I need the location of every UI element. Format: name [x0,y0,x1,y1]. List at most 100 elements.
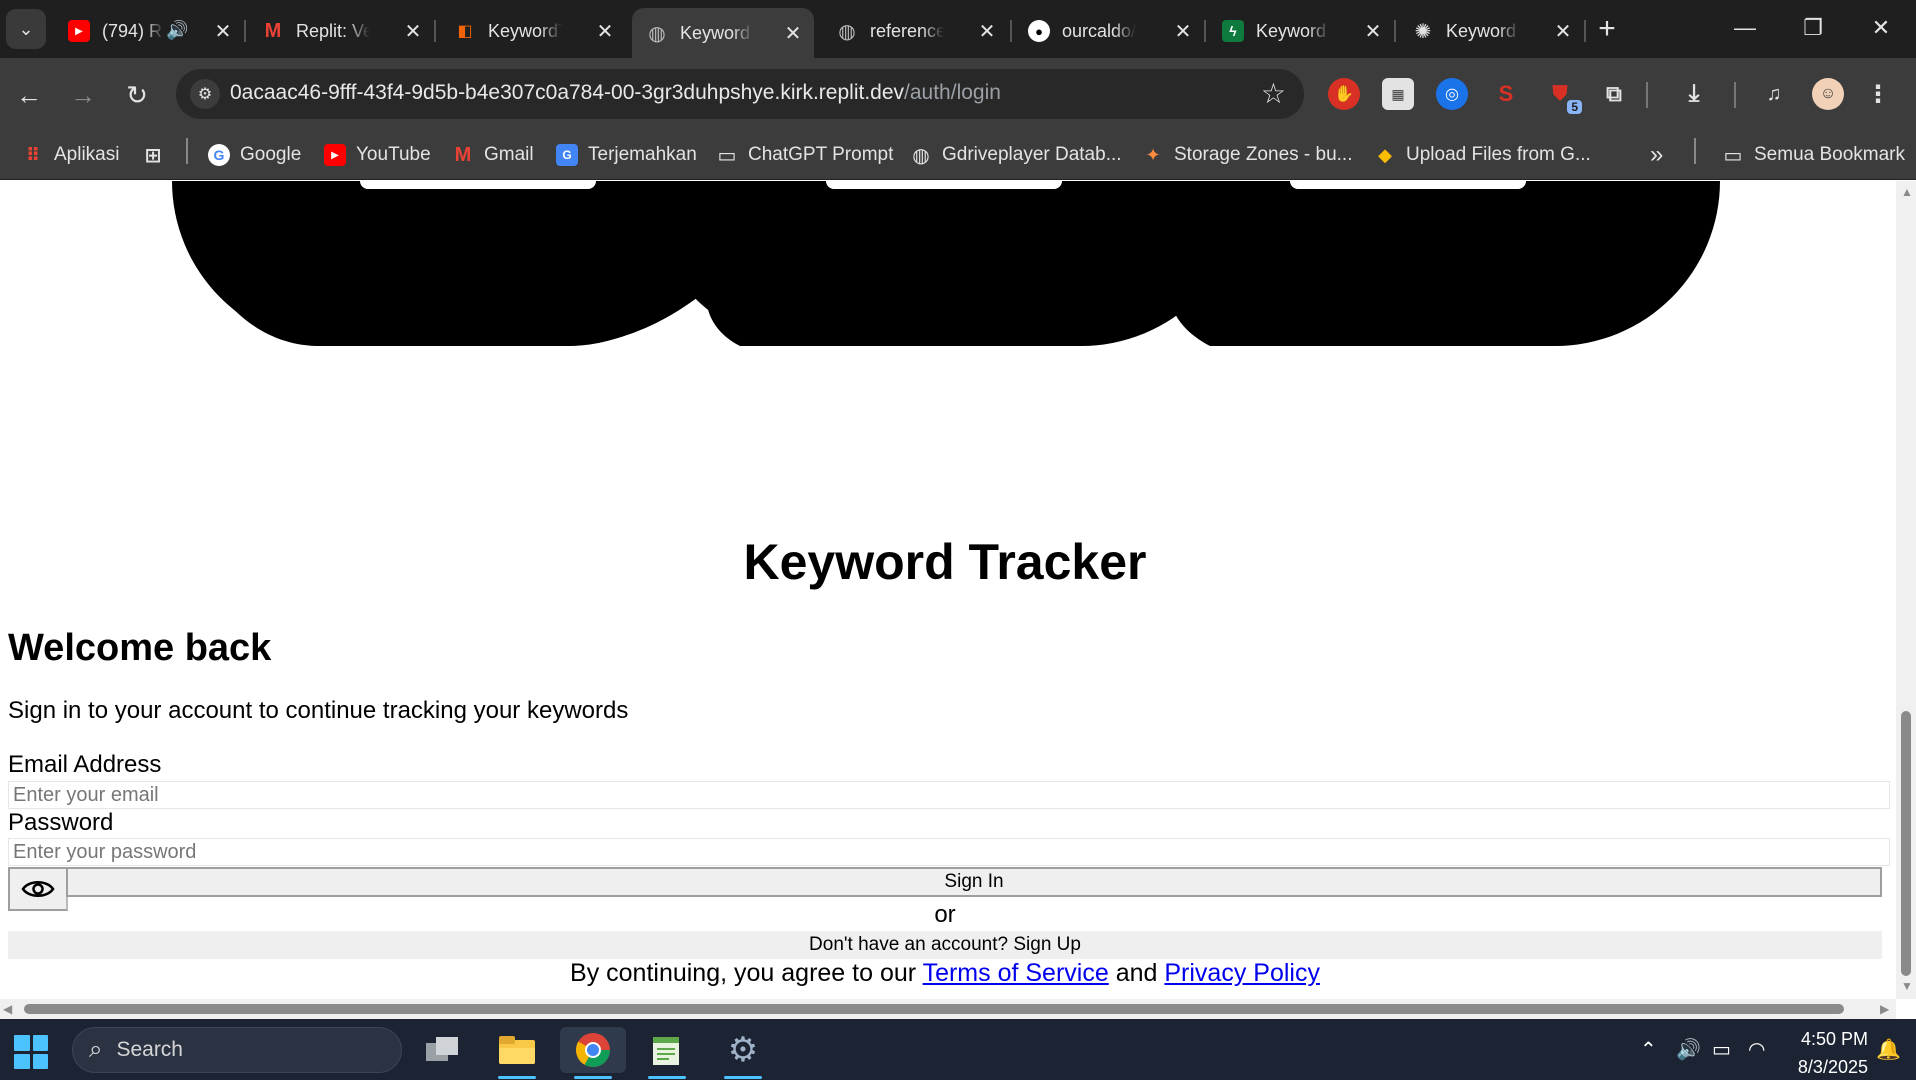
sign-up-button[interactable]: Don't have an account? Sign Up [8,931,1882,959]
bookmark-folder-chatgpt[interactable]: ▭ ChatGPT Prompt [716,142,894,168]
terms-and: and [1115,959,1158,987]
tab-gmail[interactable]: M Replit: Veri ✕ [248,10,434,52]
youtube-icon: ▶ [68,20,90,42]
settings-taskbar-button[interactable]: ⚙ [716,1027,770,1079]
speaker-icon[interactable]: 🔊 [166,20,188,41]
notepad-taskbar-button[interactable] [640,1027,694,1079]
tab-keyword-bolt[interactable]: ϟ Keyword T ✕ [1208,10,1394,52]
globe-icon: ◍ [912,144,930,167]
minimize-button[interactable]: — [1720,10,1770,46]
close-icon[interactable]: ✕ [782,22,804,45]
tab-reference[interactable]: ◍ reference f ✕ [822,10,1008,52]
close-icon[interactable]: ✕ [1172,20,1194,43]
volume-icon[interactable]: 🔊 [1676,1037,1701,1062]
kebab-menu-icon[interactable]: ⋮ [1866,78,1890,110]
scroll-right-arrow-icon[interactable]: ▶ [1880,1002,1889,1016]
tab-youtube[interactable]: ▶ (794) R 🔊 ✕ [54,10,244,52]
horizontal-scrollbar[interactable]: ◀ ▶ [0,999,1896,1019]
restore-button[interactable]: ❐ [1788,10,1838,46]
bookmark-label: Terjemahkan [588,144,697,165]
email-field[interactable] [8,781,1890,809]
download-icon[interactable]: ⤓ [1678,78,1710,110]
taskbar-search-box[interactable]: ⌕ Search [72,1027,402,1073]
bookmarks-overflow-button[interactable]: » [1650,141,1663,168]
windows-logo-pane [32,1053,48,1069]
tray-overflow-chevron-icon[interactable]: ⌃ [1640,1037,1657,1062]
windows-logo-pane [14,1053,30,1069]
bookmark-apps[interactable]: ⠿ Aplikasi [22,142,120,168]
task-view-button[interactable] [416,1027,470,1073]
bookmark-gdriveplayer[interactable]: ◍ Gdriveplayer Datab... [910,142,1121,168]
task-view-icon [426,1037,458,1061]
tab-chatgpt[interactable]: ✺ Keyword tr ✕ [1398,10,1584,52]
globe-icon: ◍ [838,20,856,43]
plus-icon: + [1598,12,1616,45]
privacy-policy-link[interactable]: Privacy Policy [1164,959,1320,987]
battery-icon[interactable]: ▭ [1712,1037,1731,1062]
close-icon[interactable]: ✕ [402,20,424,43]
reload-icon: ↻ [126,79,148,110]
eye-icon [21,881,55,897]
all-bookmarks-folder[interactable]: ▭ Semua Bookmark [1722,142,1905,168]
bookmark-gmail[interactable]: M Gmail [452,142,534,168]
bookmark-translate[interactable]: G Terjemahkan [556,142,697,168]
url-text[interactable]: 0acaac46-9fff-43f4-9d5b-b4e307c0a784-00-… [230,81,1001,105]
password-field[interactable] [8,838,1890,866]
sign-in-button[interactable]: Sign In [66,867,1882,897]
bookmark-label: Google [240,144,302,165]
scroll-down-arrow-icon[interactable]: ▼ [1901,979,1913,993]
youtube-icon: ▶ [324,144,346,166]
vertical-scroll-thumb[interactable] [1901,711,1911,976]
close-icon[interactable]: ✕ [1362,20,1384,43]
address-bar[interactable]: ⚙ 0acaac46-9fff-43f4-9d5b-b4e307c0a784-0… [176,69,1304,119]
tab-search-button[interactable]: ⌄ [6,9,46,49]
bookmark-google[interactable]: G Google [208,142,301,168]
bookmark-storage-zones[interactable]: ✦ Storage Zones - bu... [1142,142,1353,168]
profile-avatar[interactable]: ☺ [1812,78,1844,110]
reload-button[interactable]: ↻ [118,76,156,114]
chrome-taskbar-button[interactable] [560,1027,626,1079]
start-button[interactable] [14,1035,48,1069]
bookmark-label: Upload Files from G... [1406,144,1591,165]
seo-extension-icon[interactable]: S [1490,78,1522,110]
windows-taskbar: ⌕ Search ⚙ ⌃ 🔊 ▭ ◠ 4:50 PM 8/3/2025 🔔 [0,1019,1916,1080]
terms-of-service-link[interactable]: Terms of Service [923,959,1109,987]
system-clock[interactable]: 4:50 PM 8/3/2025 [1776,1025,1868,1081]
close-icon: ✕ [1871,15,1891,40]
horizontal-scroll-thumb[interactable] [24,1004,1844,1014]
close-icon[interactable]: ✕ [1552,20,1574,43]
tab-groups-button[interactable]: ⊞ [142,142,164,168]
stop-hand-extension-icon[interactable]: ✋ [1328,78,1360,110]
tab-replit[interactable]: ◧ KeywordTr ✕ [440,10,626,52]
tab-keyword-tracker-active[interactable]: ◍ Keyword Tr ✕ [632,8,814,58]
notification-bell-icon[interactable]: 🔔 [1876,1037,1901,1062]
new-tab-button[interactable]: + [1592,12,1622,45]
target-extension-icon[interactable]: ◎ [1436,78,1468,110]
media-control-icon[interactable]: ♫ [1758,78,1790,110]
file-explorer-button[interactable] [490,1027,544,1079]
running-indicator [574,1076,612,1079]
vertical-scrollbar[interactable]: ▲ ▼ [1896,181,1916,999]
page-heading: Welcome back [8,627,272,669]
bookmark-star-icon[interactable]: ☆ [1261,77,1286,110]
white-notch [826,181,1062,189]
scroll-up-arrow-icon[interactable]: ▲ [1901,185,1913,199]
close-window-button[interactable]: ✕ [1856,10,1906,46]
close-icon[interactable]: ✕ [976,20,998,43]
puzzle-extensions-icon[interactable]: ⧉ [1598,78,1630,110]
scroll-left-arrow-icon[interactable]: ◀ [3,1002,12,1016]
bookmark-upload-files[interactable]: ◆ Upload Files from G... [1374,142,1591,168]
bookmark-youtube[interactable]: ▶ YouTube [324,142,431,168]
wifi-icon[interactable]: ◠ [1748,1037,1765,1062]
close-icon[interactable]: ✕ [594,20,616,43]
back-button[interactable]: ← [10,76,48,114]
bookmark-label: Storage Zones - bu... [1174,144,1353,165]
forward-button[interactable]: → [64,76,102,114]
bookmark-label: Aplikasi [54,144,120,165]
qr-code-extension-icon[interactable]: ▦ [1382,78,1414,110]
shield-extension-icon[interactable]: ⛊ 5 [1544,78,1582,114]
github-icon: ● [1028,20,1050,42]
close-icon[interactable]: ✕ [212,20,234,43]
site-info-button[interactable]: ⚙ [190,79,220,109]
tab-github[interactable]: ● ourcaldo/k ✕ [1014,10,1204,52]
